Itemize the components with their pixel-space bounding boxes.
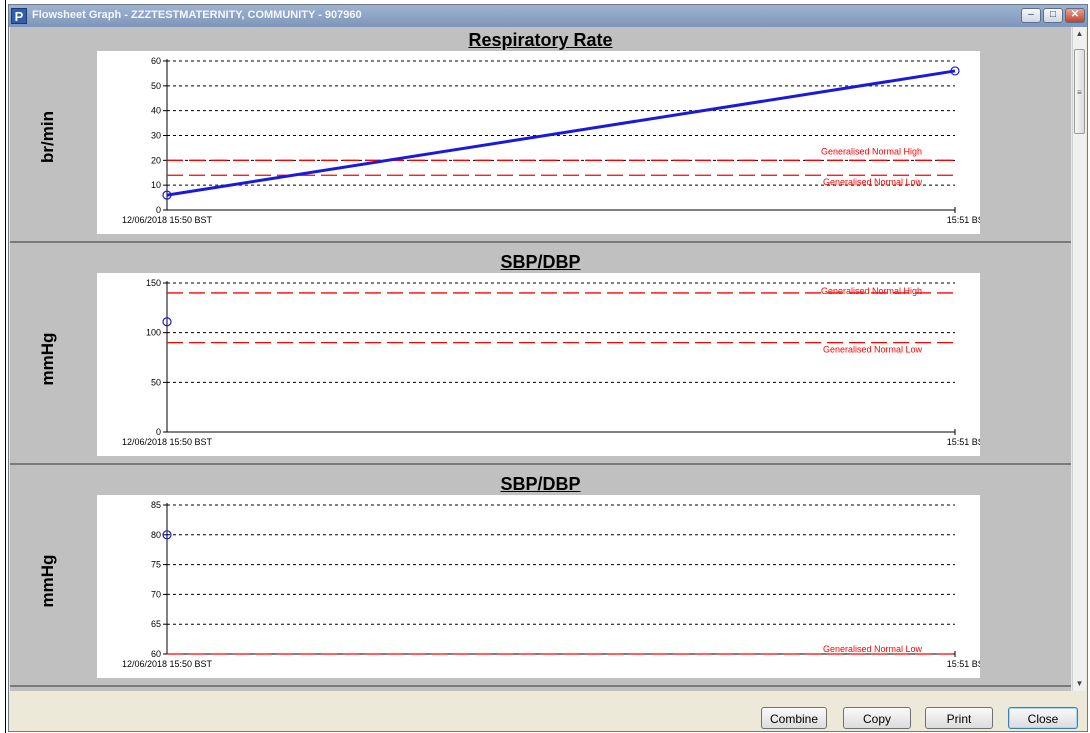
- minimize-button[interactable]: –: [1021, 8, 1041, 23]
- graph-panel-sbp-dbp-2: SBP/DBP mmHg 60 65 70 75 80 85 12/06/2018 15:5…: [10, 471, 1071, 687]
- graph-panel-sbp-dbp: SBP/DBP mmHg 0 50 100 150 12/06/2018 15:50 B…: [10, 249, 1071, 465]
- panel-title: Respiratory Rate: [468, 30, 613, 50]
- y-tick-label: 50: [151, 81, 161, 91]
- panel-title: SBP/DBP: [500, 252, 581, 272]
- data-point: [162, 317, 172, 327]
- reference-line-label: Generalised Normal High: [821, 146, 922, 156]
- panel-unit-label: mmHg: [28, 521, 68, 641]
- y-tick-label: 85: [151, 500, 161, 510]
- y-tick-label: 0: [156, 205, 161, 215]
- y-tick-label: 150: [146, 278, 161, 288]
- reference-line-label: Generalised Normal Low: [823, 345, 923, 355]
- x-tick-label: 12/06/2018 15:50 BST: [122, 215, 213, 225]
- sbp-dbp-chart-2: 60 65 70 75 80 85 12/06/2018 15:50 BST 15:51 BS…: [122, 500, 980, 669]
- flowsheet-graph-window: P Flowsheet Graph - ZZZTESTMATERNITY, CO…: [8, 4, 1088, 732]
- y-tick-label: 20: [151, 155, 161, 165]
- y-tick-label: 70: [151, 589, 161, 599]
- print-button[interactable]: Print: [925, 707, 993, 729]
- reference-line-label: Generalised Normal Low: [823, 177, 923, 187]
- plot-area: 0 50 100 150 12/06/2018 15:50 BST 15:51 BST Ge…: [97, 273, 980, 456]
- vertical-scrollbar[interactable]: ▲ ≡ ▼: [1072, 27, 1086, 691]
- grip-icon: ≡: [1077, 88, 1082, 97]
- data-point: [162, 190, 172, 200]
- y-tick-label: 80: [151, 530, 161, 540]
- graph-panel-respiratory-rate: Respiratory Rate br/min 0 10 20 30 40 50 60 12/…: [10, 27, 1071, 243]
- unit-text: br/min: [38, 111, 57, 163]
- button-bar: Combine Copy Print Close: [9, 691, 1087, 731]
- copy-button[interactable]: Copy: [843, 707, 911, 729]
- panel-title: SBP/DBP: [500, 474, 581, 494]
- x-tick-label: 15:51 BST: [947, 437, 980, 447]
- y-tick-label: 10: [151, 180, 161, 190]
- y-tick-label: 75: [151, 560, 161, 570]
- scroll-thumb[interactable]: ≡: [1074, 49, 1085, 134]
- sbp-dbp-chart: 0 50 100 150 12/06/2018 15:50 BST 15:51 BST Ge…: [122, 278, 980, 447]
- plot-area: 60 65 70 75 80 85 12/06/2018 15:50 BST 15:51 BS…: [97, 495, 980, 678]
- reference-line-label: Generalised Normal High: [821, 286, 922, 296]
- scroll-down-arrow-icon[interactable]: ▼: [1073, 677, 1086, 691]
- y-tick-label: 50: [151, 377, 161, 387]
- plot-area: 0 10 20 30 40 50 60 12/06/2018 15:50 BST 15:51 B…: [97, 51, 980, 234]
- data-point: [162, 530, 172, 540]
- y-tick-label: 0: [156, 427, 161, 437]
- x-tick-label: 12/06/2018 15:50 BST: [122, 437, 213, 447]
- close-button[interactable]: Close: [1008, 707, 1078, 729]
- x-tick-label: 12/06/2018 15:50 BST: [122, 659, 213, 669]
- x-tick-label: 15:51 BST: [947, 215, 980, 225]
- unit-text: mmHg: [38, 332, 57, 386]
- title-bar[interactable]: P Flowsheet Graph - ZZZTESTMATERNITY, CO…: [9, 5, 1087, 27]
- y-tick-label: 65: [151, 619, 161, 629]
- window-title: Flowsheet Graph - ZZZTESTMATERNITY, COMM…: [32, 9, 362, 21]
- y-tick-label: 60: [151, 56, 161, 66]
- x-tick-label: 15:51 BST: [947, 659, 980, 669]
- y-tick-label: 100: [146, 328, 161, 338]
- y-tick-label: 40: [151, 106, 161, 116]
- panel-unit-label: mmHg: [28, 299, 68, 419]
- scroll-up-arrow-icon[interactable]: ▲: [1073, 27, 1086, 41]
- panel-unit-label: br/min: [28, 77, 68, 197]
- respiratory-rate-chart: 0 10 20 30 40 50 60 12/06/2018 15:50 BST 15:51 B…: [122, 56, 980, 225]
- reference-line-label: Generalised Normal Low: [823, 644, 923, 654]
- graph-scroll-area: Respiratory Rate br/min 0 10 20 30 40 50 60 12/…: [10, 27, 1071, 691]
- data-point: [950, 66, 960, 76]
- y-tick-label: 30: [151, 131, 161, 141]
- close-window-button[interactable]: ✕: [1065, 8, 1085, 23]
- maximize-button[interactable]: □: [1043, 8, 1063, 23]
- unit-text: mmHg: [38, 554, 57, 608]
- combine-button[interactable]: Combine: [761, 707, 827, 729]
- app-icon: P: [11, 8, 27, 24]
- background-divider: [5, 0, 6, 733]
- y-tick-label: 60: [151, 649, 161, 659]
